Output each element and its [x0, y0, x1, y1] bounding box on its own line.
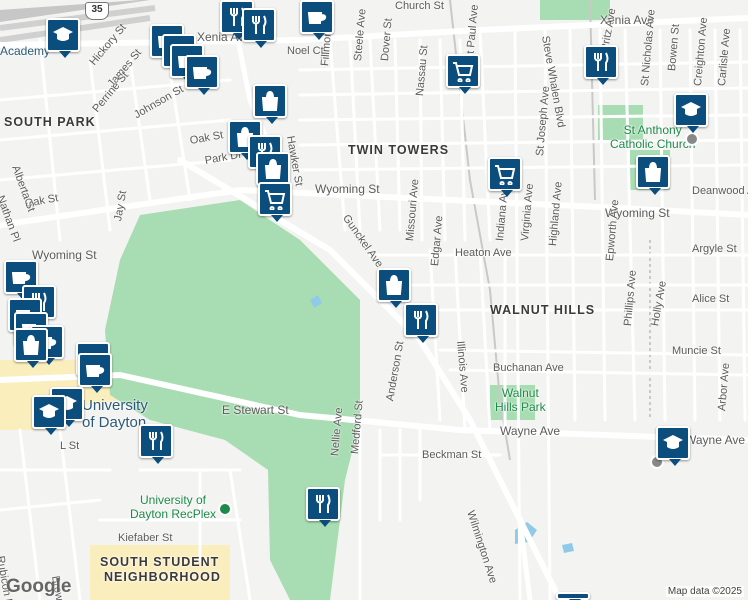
school-pin-icon[interactable] [656, 426, 690, 466]
place-name-line: Catholic Church [610, 137, 696, 151]
place-walnut-hills-park: Walnut Hills Park [495, 386, 546, 414]
place-name-line: University [82, 397, 148, 414]
street-label: Alice St [692, 293, 730, 305]
neighborhood-south-student: SOUTH STUDENT [100, 555, 220, 569]
street-label: Wayne Ave [685, 433, 746, 447]
street-label: Deanwood Ave [692, 185, 748, 197]
street-label: Beckman St [422, 449, 482, 461]
map-attribution: Map data ©2025 [665, 586, 744, 597]
place-name-line: of Dayton [82, 414, 147, 431]
restaurant-pin-icon[interactable] [139, 424, 173, 464]
shopping-pin-icon[interactable] [377, 268, 411, 308]
school-pin-icon[interactable] [46, 18, 80, 58]
street-label: E Stewart St [222, 403, 289, 417]
place-academy: Academy [0, 44, 51, 58]
google-logo: Google [6, 576, 72, 597]
neighborhood-twin-towers: TWIN TOWERS [348, 143, 450, 157]
place-name-line: Walnut [501, 386, 539, 400]
street-label: Church St [395, 0, 444, 12]
grocery-pin-icon[interactable] [258, 182, 292, 222]
street-label: Kiefaber St [118, 532, 173, 544]
street-label: Wyoming St [315, 182, 380, 196]
church-marker-icon[interactable] [685, 132, 699, 146]
place-name-line: Hills Park [495, 400, 546, 414]
street-label: Argyle St [692, 243, 737, 255]
grocery-pin-icon[interactable] [488, 157, 522, 197]
restaurant-pin-icon[interactable] [306, 487, 340, 527]
place-name-line: Dayton RecPlex [130, 507, 217, 521]
neighborhood-south-student-2: NEIGHBORHOOD [104, 570, 221, 584]
place-name-line: University of [140, 493, 207, 507]
park-marker-icon[interactable] [218, 502, 232, 516]
shopping-pin-icon[interactable] [14, 328, 48, 368]
cafe-pin-icon[interactable] [185, 55, 219, 95]
place-st-anthony: St Anthony Catholic Church [610, 123, 695, 151]
restaurant-pin-icon[interactable] [404, 303, 438, 343]
shopping-pin-icon[interactable] [636, 155, 670, 195]
restaurant-pin-icon[interactable] [584, 45, 618, 85]
street-label: Noel Ct [287, 45, 324, 57]
pin-partial-icon[interactable] [556, 592, 590, 600]
highway-shield-icon: 35 [85, 2, 109, 20]
map-canvas[interactable]: SOUTH PARK TWIN TOWERS WALNUT HILLS SOUT… [0, 0, 748, 600]
street-label: Wayne Ave [500, 424, 561, 438]
place-udrecplex: University of Dayton RecPlex [130, 493, 216, 521]
cafe-pin-icon[interactable] [300, 0, 334, 40]
place-university-of-dayton: University of Dayton [82, 397, 148, 431]
street-label: L St [60, 440, 80, 452]
grocery-pin-icon[interactable] [446, 54, 480, 94]
neighborhood-south-park: SOUTH PARK [4, 115, 96, 129]
street-label: Muncie St [672, 345, 721, 357]
shopping-pin-icon[interactable] [256, 152, 290, 192]
restaurant-pin-icon[interactable] [242, 8, 276, 48]
street-label: Heaton Ave [455, 247, 512, 259]
cafe-pin-icon[interactable] [78, 353, 112, 393]
school-pin-icon[interactable] [674, 93, 708, 133]
street-label: Buchanan Ave [493, 362, 564, 374]
shopping-pin-icon[interactable] [253, 84, 287, 124]
school-pin-icon[interactable] [32, 395, 66, 435]
street-label: Wyoming St [32, 248, 97, 262]
neighborhood-walnut-hills: WALNUT HILLS [490, 303, 596, 317]
